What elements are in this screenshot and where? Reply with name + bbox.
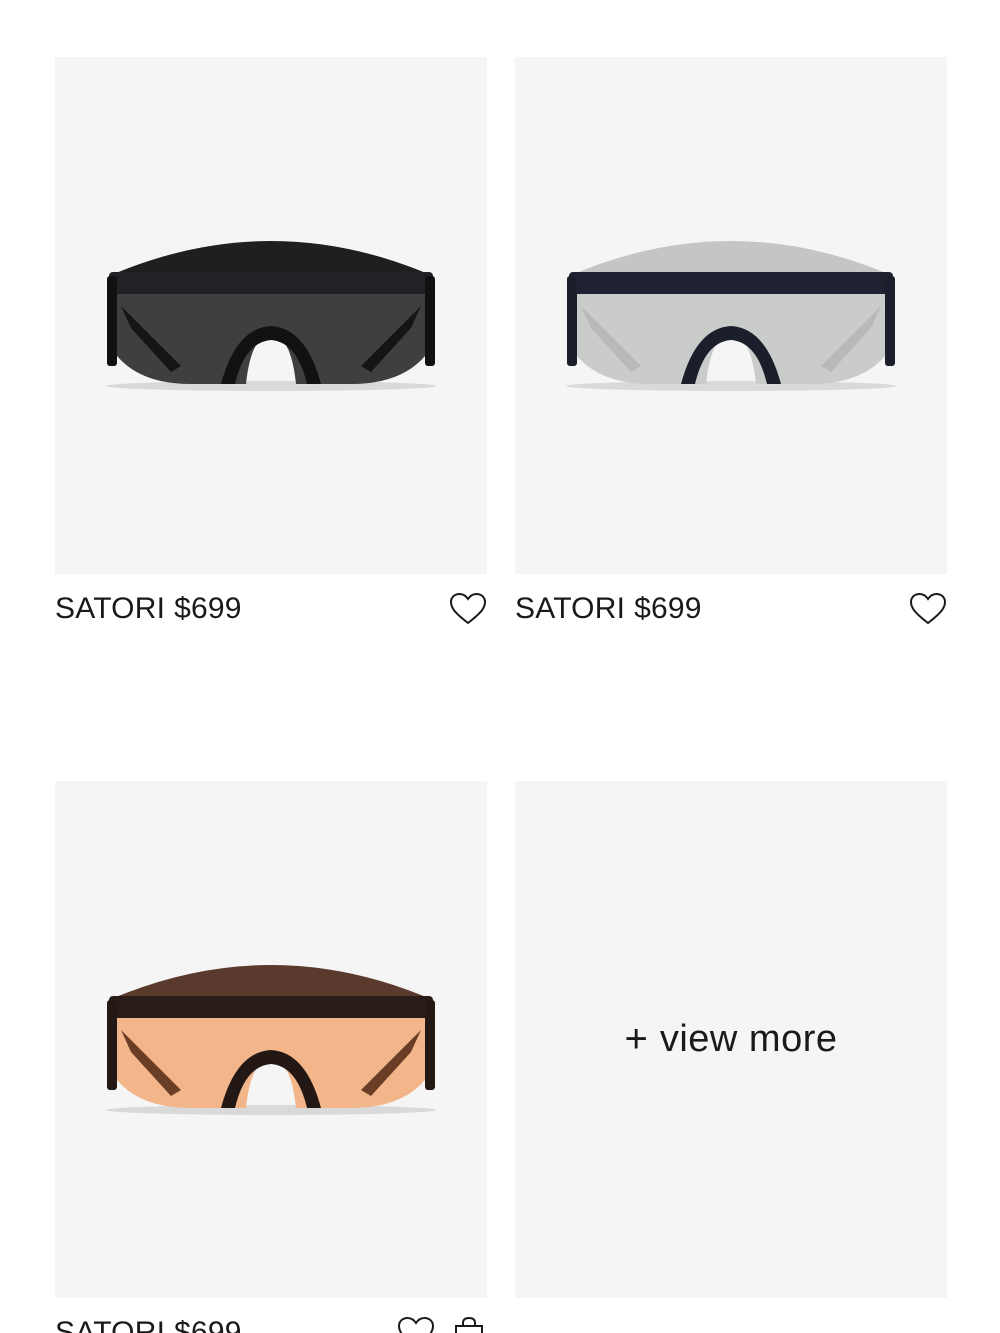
shopping-bag-icon[interactable]: [453, 1316, 485, 1333]
product-image[interactable]: [55, 57, 487, 574]
product-label[interactable]: SATORI $699: [515, 592, 702, 626]
product-caption: SATORI $699: [515, 574, 947, 646]
product-image[interactable]: [515, 57, 947, 574]
heart-icon[interactable]: [909, 592, 947, 626]
product-label[interactable]: SATORI $699: [55, 592, 242, 626]
product-label[interactable]: SATORI $699: [55, 1316, 242, 1333]
sunglasses-image: [106, 240, 436, 391]
product-price: $699: [634, 592, 702, 625]
heart-icon[interactable]: [449, 592, 487, 626]
view-more-button[interactable]: + view more: [515, 781, 947, 1298]
product-image[interactable]: [55, 781, 487, 1298]
heart-icon[interactable]: [397, 1316, 435, 1333]
product-price: $699: [174, 1316, 242, 1333]
product-grid: SATORI $699 SATORI $699 SATORI $699 + vi…: [0, 0, 1000, 1333]
product-card[interactable]: SATORI $699: [55, 57, 487, 646]
sunglasses-image: [106, 964, 436, 1115]
product-name: SATORI: [515, 592, 626, 625]
product-card[interactable]: SATORI $699: [55, 781, 487, 1333]
product-caption: SATORI $699: [55, 574, 487, 646]
view-more-label: view more: [659, 1018, 838, 1060]
product-name: SATORI: [55, 592, 166, 625]
plus-icon: +: [624, 1017, 648, 1061]
product-caption: SATORI $699: [55, 1298, 487, 1333]
sunglasses-image: [566, 240, 896, 391]
product-card[interactable]: SATORI $699: [515, 57, 947, 646]
product-price: $699: [174, 592, 242, 625]
product-name: SATORI: [55, 1316, 166, 1333]
